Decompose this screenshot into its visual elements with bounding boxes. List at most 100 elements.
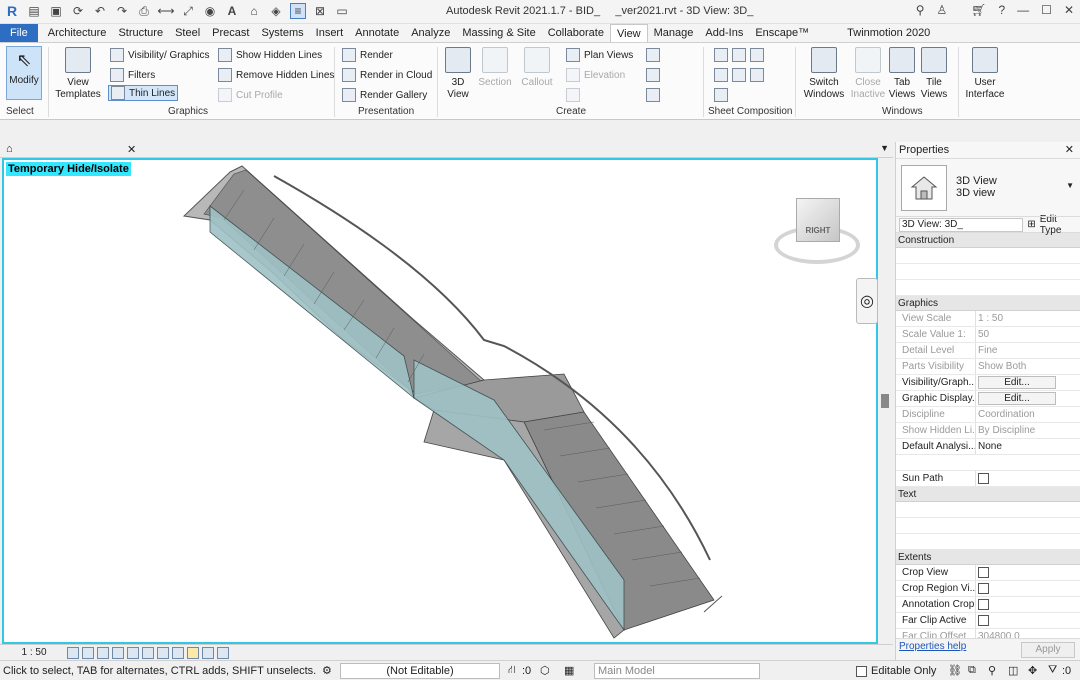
save-icon[interactable]: ▣ [48, 3, 64, 19]
editable-only-checkbox[interactable] [856, 665, 867, 677]
tab-collaborate[interactable]: Collaborate [542, 24, 610, 42]
thin-lines-icon[interactable]: ≡ [290, 3, 306, 19]
design-option-dropdown[interactable]: Main Model [594, 663, 760, 679]
user-icon[interactable]: ♙ [936, 3, 947, 17]
tab-manage[interactable]: Manage [648, 24, 700, 42]
select-links-icon[interactable]: ⛓ [948, 664, 962, 677]
tab-insert[interactable]: Insert [310, 24, 350, 42]
help-icon[interactable]: ? [998, 3, 1005, 17]
tile-views-button[interactable]: Tile Views [918, 47, 950, 101]
view-list-icon[interactable]: ▼ [880, 143, 889, 153]
view-tab-3d-icon[interactable]: ⌂ [6, 143, 13, 155]
tab-view[interactable]: View [609, 24, 648, 42]
print-icon[interactable]: ⎙ [136, 3, 152, 19]
render-gallery-button[interactable]: Render Gallery [342, 87, 427, 103]
render-button[interactable]: Render [342, 47, 393, 63]
revit-logo-icon[interactable]: R [4, 3, 20, 19]
prop-value[interactable]: None [976, 439, 1080, 454]
crop-region-visible-checkbox[interactable] [978, 583, 989, 594]
panel-graphics[interactable]: Graphics [168, 106, 208, 117]
minimize-icon[interactable]: — [1017, 3, 1029, 17]
tab-add-ins[interactable]: Add-Ins [699, 24, 749, 42]
editable-only-toggle[interactable]: Editable Only [856, 665, 936, 677]
thin-lines-button[interactable]: Thin Lines [108, 85, 179, 101]
tab-precast[interactable]: Precast [206, 24, 255, 42]
crop-view-checkbox[interactable] [978, 567, 989, 578]
shadows-icon[interactable] [112, 646, 124, 659]
detail-level-icon[interactable] [67, 646, 79, 659]
3d-icon[interactable]: ⌂ [246, 3, 262, 19]
cart-icon[interactable]: 🛒︎ [971, 3, 986, 17]
view-templates-button[interactable]: View Templates [54, 47, 102, 101]
tab-twinmotion[interactable]: Twinmotion 2020 [841, 24, 936, 42]
sheet-button[interactable] [714, 47, 764, 63]
cut-profile-button[interactable]: Cut Profile [218, 87, 283, 103]
sync-icon[interactable]: ⟳ [70, 3, 86, 19]
sun-path-icon[interactable] [97, 646, 109, 659]
apply-button[interactable]: Apply [1021, 642, 1075, 658]
legends-button[interactable] [646, 87, 660, 103]
lock-view-icon[interactable] [142, 646, 154, 659]
visual-style-icon[interactable] [82, 646, 94, 659]
redo-icon[interactable]: ↷ [114, 3, 130, 19]
plan-views-button[interactable]: Plan Views [566, 47, 633, 63]
scrollbar-thumb[interactable] [881, 394, 889, 408]
tab-massing-site[interactable]: Massing & Site [456, 24, 541, 42]
viewcube-face[interactable]: RIGHT [796, 198, 840, 242]
navigation-bar[interactable]: ◎ [856, 278, 878, 324]
show-crop-icon[interactable] [172, 646, 184, 659]
group-graphics[interactable]: Graphics [896, 296, 1080, 311]
viewcube[interactable]: RIGHT [772, 192, 862, 268]
close-icon[interactable]: ✕ [1065, 142, 1074, 159]
staircase-model[interactable] [4, 160, 876, 642]
reveal-hidden-icon[interactable] [202, 646, 214, 659]
filters-button[interactable]: Filters [110, 67, 155, 83]
select-underlay-icon[interactable]: ⧉ [968, 664, 976, 677]
tab-file[interactable]: File [0, 24, 38, 42]
switch-windows-icon[interactable]: ▭ [334, 3, 350, 19]
text-icon[interactable]: A [224, 3, 240, 19]
drag-elements-icon[interactable]: ✥ [1028, 664, 1037, 677]
place-view-button[interactable] [714, 67, 764, 83]
tag-icon[interactable]: ◉ [202, 3, 218, 19]
workset-icon[interactable]: ⚙ [322, 664, 332, 677]
tab-annotate[interactable]: Annotate [349, 24, 405, 42]
view-scale[interactable]: 1 : 50 [4, 647, 64, 658]
drafting-view-button[interactable] [566, 87, 580, 103]
close-hidden-icon[interactable]: ⊠ [312, 3, 328, 19]
filter-icon[interactable]: ⛛ [1048, 664, 1057, 677]
visibility-graphics-edit-button[interactable]: Edit... [978, 376, 1056, 389]
view-scrollbar[interactable] [879, 158, 893, 644]
measure-icon[interactable]: ⟷ [157, 3, 174, 19]
open-icon[interactable]: ▤ [26, 3, 42, 19]
panel-select[interactable]: Select [6, 106, 34, 117]
graphic-display-edit-button[interactable]: Edit... [978, 392, 1056, 405]
close-icon[interactable]: ✕ [1064, 3, 1074, 17]
select-pinned-icon[interactable]: ⚲ [988, 664, 996, 677]
3d-view-button[interactable]: 3D View [442, 47, 474, 101]
tab-architecture[interactable]: Architecture [42, 24, 113, 42]
close-inactive-button[interactable]: Close Inactive [850, 47, 886, 101]
group-text[interactable]: Text [896, 487, 1080, 502]
type-dropdown-icon[interactable]: ▼ [1066, 181, 1074, 190]
tab-views-button[interactable]: Tab Views [886, 47, 918, 101]
elevation-button[interactable]: Elevation [566, 67, 625, 83]
dimension-icon[interactable]: ⤢ [180, 3, 196, 19]
undo-icon[interactable]: ↶ [92, 3, 108, 19]
design-option-set-icon[interactable]: ▦ [564, 664, 574, 677]
visibility-graphics-button[interactable]: Visibility/ Graphics [110, 47, 210, 63]
schedules-button[interactable] [646, 47, 660, 63]
section-button[interactable]: Section [476, 47, 514, 89]
tab-enscape[interactable]: Enscape™ [749, 24, 815, 42]
maximize-icon[interactable]: ☐ [1041, 3, 1052, 17]
3d-view-canvas[interactable]: Temporary Hide/Isolate RIGHT ◎ [2, 158, 878, 644]
analysis-display-icon[interactable] [217, 646, 229, 659]
instance-selector[interactable]: 3D View: 3D_ [899, 217, 1024, 232]
annotation-crop-checkbox[interactable] [978, 599, 989, 610]
temporary-hide-icon[interactable] [187, 646, 199, 659]
callout-button[interactable]: Callout [518, 47, 556, 89]
crop-view-icon[interactable] [157, 646, 169, 659]
type-selector[interactable]: 3D View 3D view ▼ [896, 159, 1080, 217]
select-face-icon[interactable]: ◫ [1008, 664, 1018, 677]
design-options-icon[interactable]: ⬡ [540, 664, 550, 677]
